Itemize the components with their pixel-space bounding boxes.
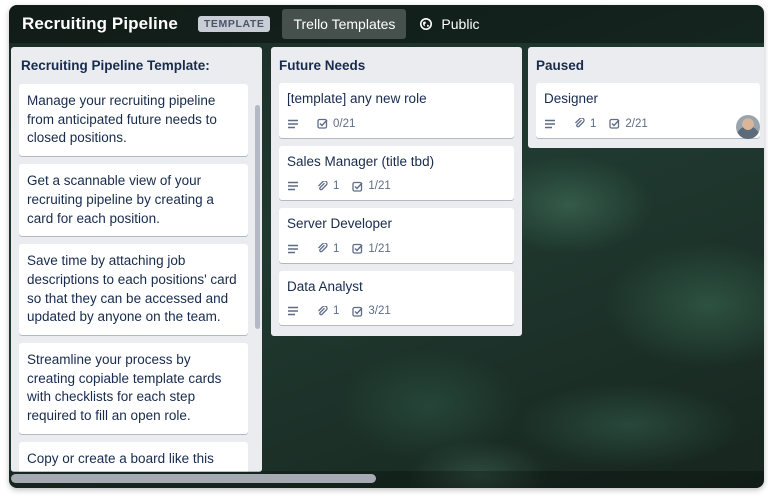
checklist-count: 2/21 [625, 117, 648, 130]
card[interactable]: Manage your recruiting pipeline from ant… [19, 84, 248, 157]
list-title[interactable]: Future Needs [279, 47, 514, 83]
description-icon [287, 181, 304, 191]
card[interactable]: Designer 1 2/21 [536, 83, 760, 139]
attachment-badge: 1 [574, 118, 596, 130]
checklist-badge: 0/21 [317, 118, 355, 130]
description-icon [544, 119, 561, 129]
board-header: Recruiting Pipeline TEMPLATE Trello Temp… [9, 5, 764, 43]
list-paused: Paused Designer 1 2/21 [528, 47, 764, 148]
trello-templates-button[interactable]: Trello Templates [282, 9, 407, 39]
list-template-info: Recruiting Pipeline Template: Manage you… [11, 47, 262, 472]
visibility-label: Public [441, 16, 480, 32]
paperclip-icon [575, 118, 585, 128]
list-future-needs: Future Needs [template] any new role 0/2… [271, 47, 522, 336]
description-icon [287, 306, 304, 316]
board-canvas: Recruiting Pipeline TEMPLATE Trello Temp… [9, 5, 764, 488]
card[interactable]: Sales Manager (title tbd) 1 1/21 [279, 145, 514, 200]
list-title[interactable]: Recruiting Pipeline Template: [19, 47, 254, 84]
list-scrollbar[interactable] [255, 105, 260, 329]
checklist-badge: 2/21 [609, 117, 648, 130]
checklist-count: 1/21 [368, 242, 391, 255]
checklist-badge: 1/21 [352, 242, 391, 255]
card[interactable]: Copy or create a board like this board (… [19, 441, 248, 472]
card-title: Data Analyst [287, 278, 363, 294]
checklist-icon [317, 118, 328, 129]
checklist-count: 1/21 [368, 180, 391, 192]
checklist-icon [352, 243, 363, 254]
template-badge: TEMPLATE [197, 16, 271, 32]
card-title: Save time by attaching job descriptions … [27, 253, 237, 325]
checklist-icon [352, 181, 363, 192]
paperclip-icon [318, 243, 328, 253]
checklist-badge: 3/21 [352, 305, 391, 317]
card-title: Copy or create a board like this board (… [27, 450, 214, 472]
attachment-count: 1 [590, 117, 597, 130]
checklist-count: 0/21 [333, 117, 356, 130]
paperclip-icon [318, 305, 328, 315]
card[interactable]: Save time by attaching job descriptions … [19, 244, 248, 336]
card-title: Sales Manager (title tbd) [287, 153, 435, 169]
checklist-icon [352, 306, 363, 317]
description-icon [287, 244, 304, 254]
list-title[interactable]: Paused [536, 47, 760, 83]
globe-icon [420, 18, 433, 30]
attachment-badge: 1 [317, 180, 339, 192]
checklist-icon [609, 118, 620, 129]
card-title: Designer [544, 91, 599, 106]
attachment-count: 1 [333, 180, 340, 192]
board-scrollbar-thumb[interactable] [11, 474, 376, 483]
card-title: [template] any new role [287, 91, 427, 106]
attachment-count: 1 [333, 242, 340, 255]
card-title: Server Developer [287, 216, 393, 231]
card[interactable]: Data Analyst 1 3/21 [279, 270, 514, 325]
avatar[interactable] [736, 115, 760, 139]
board-title[interactable]: Recruiting Pipeline [22, 14, 178, 34]
description-icon [287, 119, 304, 129]
checklist-badge: 1/21 [352, 180, 391, 192]
attachment-count: 1 [333, 305, 340, 317]
card[interactable]: [template] any new role 0/21 [279, 83, 514, 138]
card-title: Get a scannable view of your recruiting … [27, 173, 214, 226]
card[interactable]: Get a scannable view of your recruiting … [19, 164, 248, 237]
card[interactable]: Server Developer 1 1/21 [279, 208, 514, 263]
attachment-badge: 1 [317, 305, 339, 317]
paperclip-icon [318, 180, 328, 190]
attachment-badge: 1 [317, 243, 339, 255]
checklist-count: 3/21 [368, 305, 391, 317]
card[interactable]: Streamline your process by creating copi… [19, 343, 248, 434]
card-title: Manage your recruiting pipeline from ant… [27, 93, 217, 146]
visibility-button[interactable]: Public [420, 16, 480, 32]
card-title: Streamline your process by creating copi… [27, 352, 222, 424]
